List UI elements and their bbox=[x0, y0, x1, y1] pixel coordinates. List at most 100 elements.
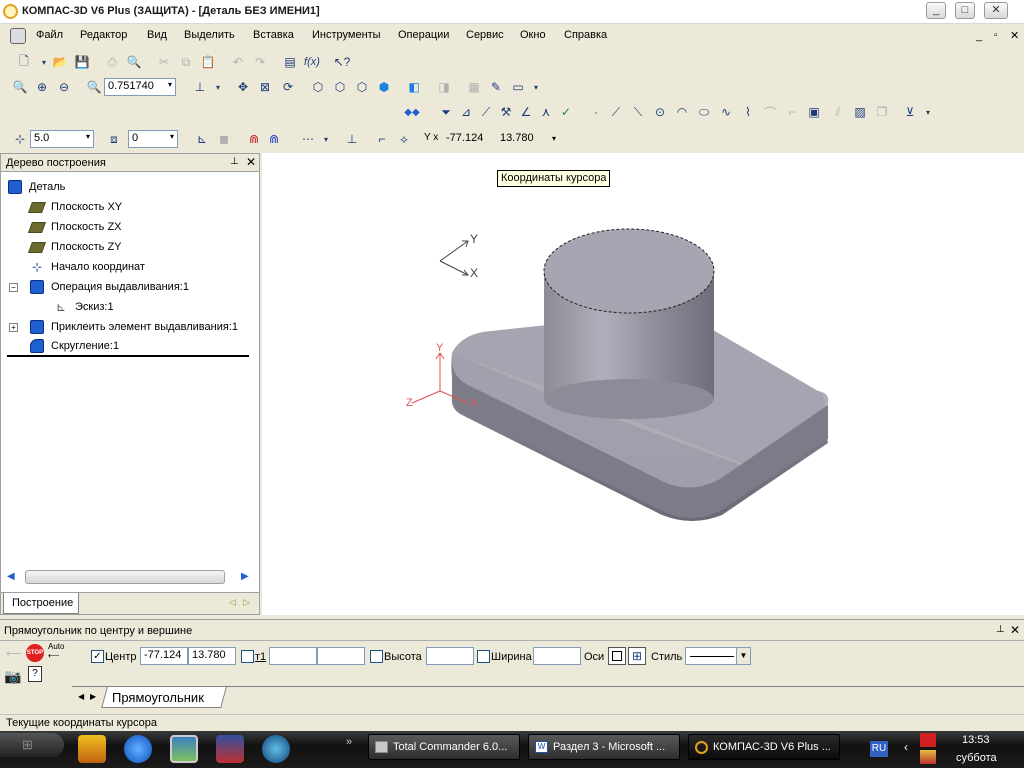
tree-item-plane-zx[interactable]: Плоскость ZX bbox=[7, 217, 257, 237]
start-button[interactable]: ⊞ bbox=[0, 733, 64, 757]
panel-close-icon[interactable]: ✕ bbox=[1010, 623, 1020, 637]
tree-item-sketch[interactable]: ⊾ Эскиз:1 bbox=[7, 297, 257, 317]
tab-rectangle[interactable]: Прямоугольник bbox=[112, 690, 204, 705]
round-icon[interactable]: ⌐ bbox=[372, 129, 392, 149]
menu-tools[interactable]: Инструменты bbox=[312, 29, 381, 41]
tree-item-origin[interactable]: ⊹ Начало координат bbox=[7, 257, 257, 277]
doc-minimize-button[interactable]: _ bbox=[976, 30, 982, 42]
select-filter-icon[interactable]: ⏷ bbox=[436, 102, 456, 122]
auto-create-button[interactable]: Auto ⟵ bbox=[48, 642, 64, 660]
hidden-thin-icon[interactable]: ⬡ bbox=[352, 77, 372, 97]
hidden-lines-icon[interactable]: ⬡ bbox=[330, 77, 350, 97]
orientation-dropdown-icon[interactable]: ▾ bbox=[208, 77, 228, 97]
tree-close-icon[interactable]: ✕ bbox=[246, 155, 256, 169]
zoom-scale-icon[interactable]: 🔍 bbox=[84, 77, 104, 97]
spline-icon[interactable]: ∿ bbox=[716, 102, 736, 122]
constraint-tools-icon[interactable]: ⊿ bbox=[456, 102, 476, 122]
minimize-button[interactable]: _ bbox=[926, 2, 946, 19]
save-icon[interactable]: 💾 bbox=[72, 52, 92, 72]
arc-icon[interactable]: ◠ bbox=[672, 102, 692, 122]
taskbar-total-commander[interactable]: Total Commander 6.0... bbox=[368, 734, 520, 760]
t1-x-input[interactable] bbox=[269, 647, 317, 665]
help-icon[interactable]: ? bbox=[28, 666, 42, 682]
tree-item-detail[interactable]: Деталь bbox=[7, 177, 257, 197]
camera-icon[interactable]: 📷 bbox=[4, 668, 21, 685]
ortho-icon[interactable]: ⊾ bbox=[192, 129, 212, 149]
close-button[interactable]: ✕ bbox=[984, 2, 1008, 19]
segment-icon[interactable]: ⟍ bbox=[628, 102, 648, 122]
section-icon[interactable]: ◨ bbox=[434, 77, 454, 97]
kompas-app-icon[interactable] bbox=[3, 4, 18, 19]
grid-icon[interactable]: ⋯ bbox=[298, 129, 318, 149]
measure-tools-icon[interactable]: ⊻ bbox=[900, 102, 920, 122]
quicklaunch-more-icon[interactable]: » bbox=[346, 736, 352, 748]
center-y-input[interactable]: 13.780 bbox=[188, 647, 236, 665]
tab-build[interactable]: Построение bbox=[3, 593, 79, 614]
tree-item-extrusion[interactable]: − Операция выдавливания:1 bbox=[7, 277, 257, 297]
zoom-out-icon[interactable]: ⊖ bbox=[54, 77, 74, 97]
sketch-pencil-icon[interactable]: ✎ bbox=[486, 77, 506, 97]
menu-select[interactable]: Выделить bbox=[184, 29, 235, 41]
show-all-icon[interactable]: ⊠ bbox=[255, 77, 275, 97]
menu-view[interactable]: Вид bbox=[147, 29, 167, 41]
cs-icon[interactable]: ⊥ bbox=[342, 129, 362, 149]
filter-icon[interactable]: ◆◆ bbox=[402, 102, 422, 122]
menu-file[interactable]: Файл bbox=[36, 29, 63, 41]
cursor-coords-icon[interactable]: ⟡ bbox=[394, 129, 414, 149]
polyline-icon[interactable]: ⌇ bbox=[738, 102, 758, 122]
center-x-input[interactable]: -77.124 bbox=[140, 647, 188, 665]
chamfer-icon[interactable]: ⌐ bbox=[782, 102, 802, 122]
cut-icon[interactable]: ✂ bbox=[154, 52, 174, 72]
antivirus-tray-icon[interactable] bbox=[920, 733, 936, 747]
copy-object-icon[interactable]: ❐ bbox=[872, 102, 892, 122]
rotate-icon[interactable]: ⟳ bbox=[278, 77, 298, 97]
print-icon[interactable]: ⎙ bbox=[102, 52, 122, 72]
picture-viewer-icon[interactable] bbox=[170, 735, 198, 763]
redo-icon[interactable]: ↷ bbox=[250, 52, 270, 72]
tab-scroll-right-icon[interactable]: ▶ bbox=[90, 692, 96, 701]
pan-icon[interactable]: ✥ bbox=[233, 77, 253, 97]
expand-icon[interactable]: + bbox=[9, 322, 18, 332]
print-preview-icon[interactable]: 🔍 bbox=[124, 52, 144, 72]
menu-help[interactable]: Справка bbox=[564, 29, 607, 41]
network-tool-icon[interactable] bbox=[262, 735, 290, 763]
tree-item-plane-zy[interactable]: Плоскость ZY bbox=[7, 237, 257, 257]
snap-tools-icon[interactable]: ⟋ bbox=[476, 102, 496, 122]
tree-hscrollbar[interactable]: ◀ ▶ bbox=[7, 569, 253, 586]
new-file-icon[interactable]: 🗋 bbox=[14, 52, 34, 72]
parameter-icon[interactable]: ⋏ bbox=[536, 102, 556, 122]
rectangle-icon[interactable]: ▣ bbox=[804, 102, 824, 122]
angle-icon[interactable]: ∠ bbox=[516, 102, 536, 122]
collapse-icon[interactable]: − bbox=[9, 282, 18, 292]
fillet-icon[interactable]: ⌒ bbox=[760, 102, 780, 122]
tab-prev-icon[interactable]: ◁ bbox=[229, 597, 236, 608]
ellipse-icon[interactable]: ⬭ bbox=[694, 102, 714, 122]
menu-operations[interactable]: Операции bbox=[398, 29, 449, 41]
orientation-icon[interactable]: ⊥ bbox=[190, 77, 210, 97]
document-menu-icon[interactable] bbox=[10, 28, 26, 44]
tree-item-plane-xy[interactable]: Плоскость XY bbox=[7, 197, 257, 217]
open-file-icon[interactable]: 📂 bbox=[50, 52, 70, 72]
magnet-local-icon[interactable]: ⋒ bbox=[264, 129, 284, 149]
display-dropdown-icon[interactable]: ▾ bbox=[526, 77, 546, 97]
undo-icon[interactable]: ↶ bbox=[228, 52, 248, 72]
coords-dropdown-icon[interactable]: ▾ bbox=[552, 134, 556, 143]
axes-off-button[interactable] bbox=[608, 647, 626, 665]
scroll-thumb[interactable] bbox=[25, 570, 225, 584]
tab-scroll-left-icon[interactable]: ◀ bbox=[78, 692, 84, 701]
grid-dropdown-icon[interactable]: ▾ bbox=[316, 129, 336, 149]
scroll-right-icon[interactable]: ▶ bbox=[241, 571, 249, 582]
stop-button[interactable]: STOP bbox=[26, 644, 44, 662]
zoom-in-icon[interactable]: ⊕ bbox=[32, 77, 52, 97]
total-commander-quicklaunch-icon[interactable] bbox=[78, 735, 106, 763]
circle-icon[interactable]: ⊙ bbox=[650, 102, 670, 122]
tab-next-icon[interactable]: ▷ bbox=[243, 597, 250, 608]
width-checkbox[interactable] bbox=[477, 650, 490, 663]
center-checkbox[interactable]: ✓ bbox=[91, 650, 104, 663]
shaded-icon[interactable]: ⬢ bbox=[374, 77, 394, 97]
taskbar-kompas[interactable]: КОМПАС-3D V6 Plus ... bbox=[688, 734, 840, 760]
taskbar-word[interactable]: W Раздел 3 - Microsoft ... bbox=[528, 734, 680, 760]
floppy-save-icon[interactable] bbox=[216, 735, 244, 763]
offset-icon[interactable]: ⫽ bbox=[828, 102, 848, 122]
hatch-icon[interactable]: ▨ bbox=[850, 102, 870, 122]
